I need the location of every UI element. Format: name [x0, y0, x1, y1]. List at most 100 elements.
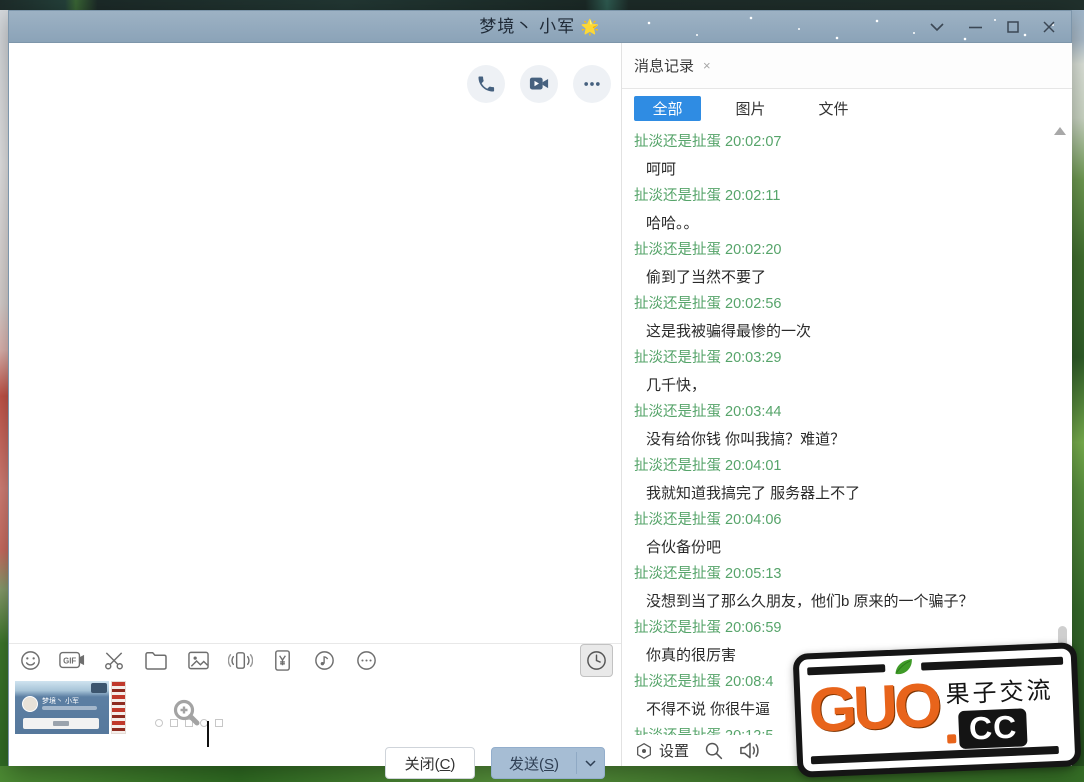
music-share-button[interactable] — [311, 647, 337, 673]
message-sender-time: 扯淡还是扯蛋 20:02:20 — [622, 237, 1054, 264]
history-tab-label: 消息记录 — [634, 55, 694, 76]
music-note-icon — [313, 649, 336, 672]
history-message: 扯淡还是扯蛋 20:02:56 这是我被骗得最惨的一次 — [622, 291, 1054, 345]
message-text: 没有给你钱 你叫我搞？难道？ — [622, 426, 1054, 453]
history-header: 消息记录 × — [622, 43, 1072, 89]
minimize-button[interactable] — [958, 11, 992, 43]
chat-title: 梦境丶 小军 🌟 — [9, 11, 1071, 43]
card-subtext — [42, 706, 97, 710]
ellipsis-icon — [582, 74, 602, 94]
send-image-button[interactable] — [185, 647, 211, 673]
stamp-suffix: CC — [958, 708, 1028, 749]
message-text: 这是我被骗得最惨的一次 — [622, 318, 1054, 345]
close-chat-button[interactable]: 关闭(C) — [385, 747, 475, 779]
desktop-edge-top — [0, 0, 1084, 10]
chevron-down-icon — [585, 760, 596, 767]
message-sender-time: 扯淡还是扯蛋 20:02:56 — [622, 291, 1054, 318]
message-history-button[interactable] — [580, 644, 613, 677]
tab-all[interactable]: 全部 — [634, 96, 701, 121]
message-sender-time: 扯淡还是扯蛋 20:06:59 — [622, 615, 1054, 642]
settings-label: 设置 — [659, 740, 689, 761]
history-message: 扯淡还是扯蛋 20:05:13 没想到当了那么久朋友，他们b 原来的一个骗子？ — [622, 561, 1054, 615]
history-message: 扯淡还是扯蛋 20:02:07 呵呵 — [622, 129, 1054, 183]
send-options-dropdown[interactable] — [577, 760, 604, 767]
history-message: 扯淡还是扯蛋 20:02:11 哈哈。。 — [622, 183, 1054, 237]
yen-card-icon — [273, 649, 292, 672]
search-button[interactable] — [703, 740, 724, 761]
history-message: 扯淡还是扯蛋 20:02:20 偷到了当然不要了 — [622, 237, 1054, 291]
tab-files[interactable]: 文件 — [800, 96, 867, 121]
more-circle-icon — [355, 649, 378, 672]
gif-icon: GIF — [59, 649, 85, 671]
message-text: 哈哈。。 — [622, 210, 1054, 237]
video-call-button[interactable] — [520, 65, 558, 103]
stamp-word: GUO — [808, 673, 940, 744]
gear-icon — [634, 741, 654, 761]
more-tools-button[interactable] — [353, 647, 379, 673]
message-sender-time: 扯淡还是扯蛋 20:04:01 — [622, 453, 1054, 480]
message-text: 我就知道我搞完了 服务器上不了 — [622, 480, 1054, 507]
more-actions-button[interactable] — [573, 65, 611, 103]
message-text: 几千快， — [622, 372, 1054, 399]
card-avatar — [22, 696, 38, 712]
settings-button[interactable]: 设置 — [634, 740, 689, 761]
card-corner-badge — [91, 683, 107, 693]
phone-icon — [476, 74, 496, 94]
speaker-icon — [738, 740, 761, 761]
close-history-tab-icon[interactable]: × — [703, 58, 711, 73]
tab-images[interactable]: 图片 — [717, 96, 784, 121]
message-sender-time: 扯淡还是扯蛋 20:05:13 — [622, 561, 1054, 588]
smiley-icon — [19, 649, 42, 672]
star-badge-icon: 🌟 — [581, 19, 601, 36]
image-icon — [187, 650, 210, 671]
input-toolbar: GIF — [17, 647, 379, 673]
shake-phone-icon — [228, 649, 253, 672]
message-text: 没想到当了那么久朋友，他们b 原来的一个骗子？ — [622, 588, 1054, 615]
history-message: 扯淡还是扯蛋 20:04:06 合伙备份吧 — [622, 507, 1054, 561]
video-camera-icon — [528, 74, 550, 94]
history-message: 扯淡还是扯蛋 20:03:29 几千快， — [622, 345, 1054, 399]
send-button[interactable]: 发送(S) — [491, 747, 605, 779]
text-caret — [207, 721, 209, 747]
emoji-button[interactable] — [17, 647, 43, 673]
title-bar[interactable]: 梦境丶 小军 🌟 — [9, 11, 1071, 43]
screen: 梦境丶 小军 🌟 — [0, 0, 1084, 782]
chat-panel: GIF — [9, 43, 621, 766]
screenshot-button[interactable] — [101, 647, 127, 673]
collapse-chevron-button[interactable] — [920, 11, 954, 43]
history-filter-tabs: 全部 图片 文件 — [634, 96, 883, 121]
scrollbar-up-arrow[interactable] — [1054, 127, 1066, 135]
send-file-button[interactable] — [143, 647, 169, 673]
message-sender-time: 扯淡还是扯蛋 20:02:11 — [622, 183, 1054, 210]
gif-button[interactable]: GIF — [59, 647, 85, 673]
sound-button[interactable] — [738, 740, 761, 761]
stamp-side-text: 果子交流 — [945, 670, 1054, 709]
watermark-stamp: GUO 果子交流 CC — [793, 642, 1082, 778]
history-message: 扯淡还是扯蛋 20:04:01 我就知道我搞完了 服务器上不了 — [622, 453, 1054, 507]
button-row: 关闭(C) 发送(S) — [9, 747, 621, 779]
message-sender-time: 扯淡还是扯蛋 20:03:29 — [622, 345, 1054, 372]
maximize-button[interactable] — [996, 11, 1030, 43]
toolbar-divider — [9, 643, 621, 644]
search-icon — [703, 740, 724, 761]
message-sender-time: 扯淡还是扯蛋 20:02:07 — [622, 129, 1054, 156]
window-shake-button[interactable] — [227, 647, 253, 673]
message-sender-time: 扯淡还是扯蛋 20:03:44 — [622, 399, 1054, 426]
clock-icon — [585, 649, 608, 672]
stamp-dot — [947, 734, 956, 743]
pasted-profile-card-image[interactable]: 梦境丶 小军 — [15, 681, 109, 734]
call-buttons — [467, 65, 611, 103]
close-button-window[interactable] — [1032, 11, 1066, 43]
message-text: 呵呵 — [622, 156, 1054, 183]
zoom-cursor-icon — [171, 698, 205, 737]
pasted-strip-image[interactable] — [111, 681, 126, 734]
desktop-edge-left — [0, 10, 8, 782]
input-area[interactable]: 梦境丶 小军 — [15, 681, 126, 734]
folder-icon — [144, 650, 168, 671]
message-sender-time: 扯淡还是扯蛋 20:04:06 — [622, 507, 1054, 534]
message-text: 偷到了当然不要了 — [622, 264, 1054, 291]
card-name: 梦境丶 小军 — [42, 696, 79, 706]
red-packet-button[interactable] — [269, 647, 295, 673]
tab-message-history[interactable]: 消息记录 × — [634, 55, 711, 76]
voice-call-button[interactable] — [467, 65, 505, 103]
